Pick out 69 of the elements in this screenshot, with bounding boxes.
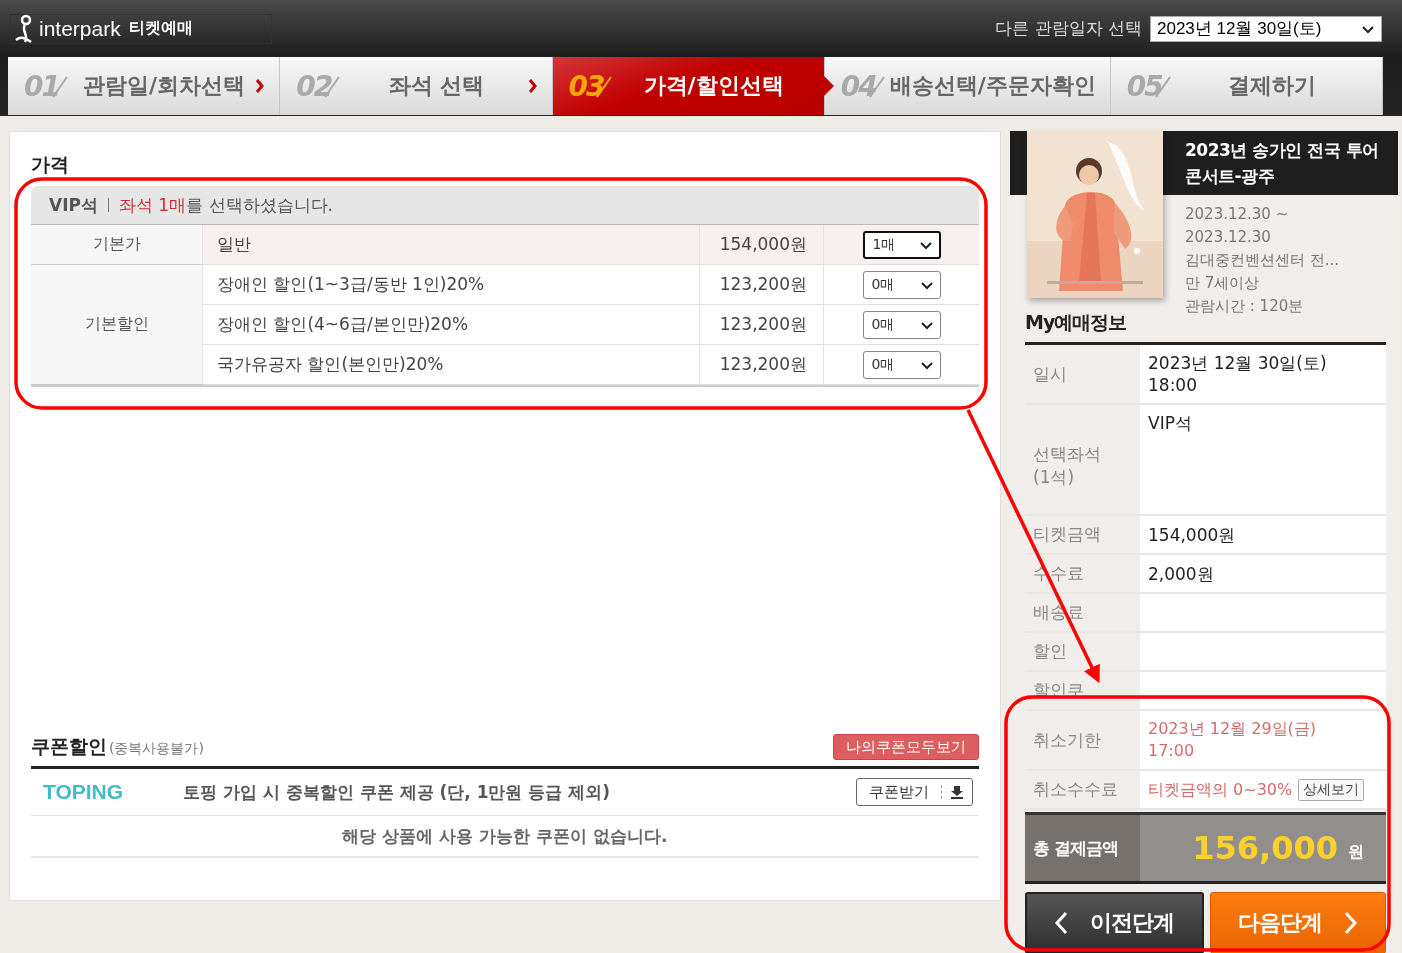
chevron-left-icon xyxy=(1054,911,1069,935)
info-label: 할인 xyxy=(1032,640,1068,663)
info-label: 취소기한 xyxy=(1032,728,1102,752)
info-value: VIP석 xyxy=(1148,412,1192,434)
quantity-dropdown[interactable]: 1매 xyxy=(862,230,941,259)
section-title: 가격 xyxy=(31,152,70,177)
empty-message: 해당 상품에 사용 가능한 쿠폰이 없습니다. xyxy=(31,816,979,858)
info-value: 154,000원 xyxy=(1148,523,1236,546)
quantity-dropdown[interactable]: 0매 xyxy=(862,310,941,339)
info-value: 티켓금액의 0~30% xyxy=(1148,778,1293,801)
option-name: 국가유공자 할인(본인만)20% xyxy=(203,345,699,385)
category-cell: 기본할인 xyxy=(31,265,203,385)
quantity-dropdown[interactable]: 0매 xyxy=(862,270,941,299)
step-number: 05 xyxy=(1126,69,1162,103)
info-value: 2023년 12월 29일(금) 17:00 xyxy=(1148,718,1317,762)
step-label: 결제하기 xyxy=(1226,72,1317,100)
seat-grade: VIP석 xyxy=(49,193,98,217)
category-cell: 기본가 xyxy=(31,225,203,265)
step-tab[interactable]: 05 결제하기 xyxy=(1110,57,1383,115)
show-info: 2023.12.30 xyxy=(1185,227,1272,248)
option-name: 일반 xyxy=(203,225,699,265)
quantity-dropdown[interactable]: 0매 xyxy=(862,350,941,379)
step-label: 관람일/회차선택 xyxy=(82,72,247,100)
step-number: 01 xyxy=(24,69,59,103)
step-tab[interactable]: 01 관람일/회차선택 xyxy=(8,57,281,115)
info-label: 일시 xyxy=(1032,362,1068,386)
step-label: 가격/할인선택 xyxy=(642,72,785,100)
selection-message: 좌석 1매를 선택하셨습니다. xyxy=(118,193,333,217)
info-value: 2023년 12월 30일(토) 18:00 xyxy=(1148,352,1327,396)
option-name: 장애인 할인(4~6급/본인만)20% xyxy=(203,305,699,345)
chevron-right-icon xyxy=(255,78,266,94)
logo-text: interpark xyxy=(39,16,121,41)
option-price: 123,200원 xyxy=(699,265,824,305)
date-label: 다른 관람일자 선택 xyxy=(995,17,1142,40)
brand-logo: TOPING xyxy=(43,780,125,804)
total-label: 총 결제금액 xyxy=(1025,815,1140,881)
info-label: 티켓금액 xyxy=(1032,523,1102,546)
option-name: 장애인 할인(1~3급/동반 1인)20% xyxy=(203,265,699,305)
step-number: 03 xyxy=(568,69,604,103)
option-price: 154,000원 xyxy=(699,225,824,265)
view-coupons-button[interactable]: 나의쿠폰모두보기 xyxy=(833,734,979,760)
previous-step-button[interactable]: 이전단계 xyxy=(1025,892,1204,953)
step-tab[interactable]: 04 배송선택/주문자확인 xyxy=(824,57,1111,115)
total-amount: 156,000 xyxy=(1192,829,1338,867)
details-button[interactable]: 상세보기 xyxy=(1298,778,1365,801)
date-dropdown[interactable]: 2023년 12월 30일(토) xyxy=(1150,15,1382,42)
section-note: (중복사용불가) xyxy=(109,740,204,756)
info-label: 취소수수료 xyxy=(1032,778,1119,801)
show-title: 2023년 송가인 전국 투어 콘서트-광주 xyxy=(1185,139,1380,188)
step-number: 02 xyxy=(296,69,332,103)
step-label: 배송선택/주문자확인 xyxy=(889,72,1096,100)
option-price: 123,200원 xyxy=(699,305,824,345)
logo[interactable]: interpark 티켓예매 xyxy=(10,13,272,44)
option-price: 123,200원 xyxy=(699,345,824,385)
get-coupon-button[interactable]: 쿠폰받기 xyxy=(856,778,973,806)
info-label: 선택좌석 (1석) xyxy=(1032,443,1102,489)
chevron-right-icon xyxy=(1343,911,1358,935)
currency-unit: 원 xyxy=(1348,840,1364,863)
show-info: 만 7세이상 xyxy=(1185,273,1261,294)
logo-subtitle: 티켓예매 xyxy=(128,18,193,39)
step-tab[interactable]: 02 좌석 선택 xyxy=(280,57,553,115)
coupon-description: 토핑 가입 시 중복할인 쿠폰 제공 (단, 1만원 등급 제외) xyxy=(183,780,612,804)
show-info: 2023.12.30 ~ xyxy=(1185,204,1290,225)
step-number: 04 xyxy=(840,69,876,103)
chevron-right-icon xyxy=(527,78,538,94)
step-label: 좌석 선택 xyxy=(387,72,486,100)
show-info: 김대중컨벤션센터 전... xyxy=(1185,250,1341,271)
section-title: 쿠폰할인 xyxy=(31,735,107,757)
info-value: 2,000원 xyxy=(1148,562,1214,585)
